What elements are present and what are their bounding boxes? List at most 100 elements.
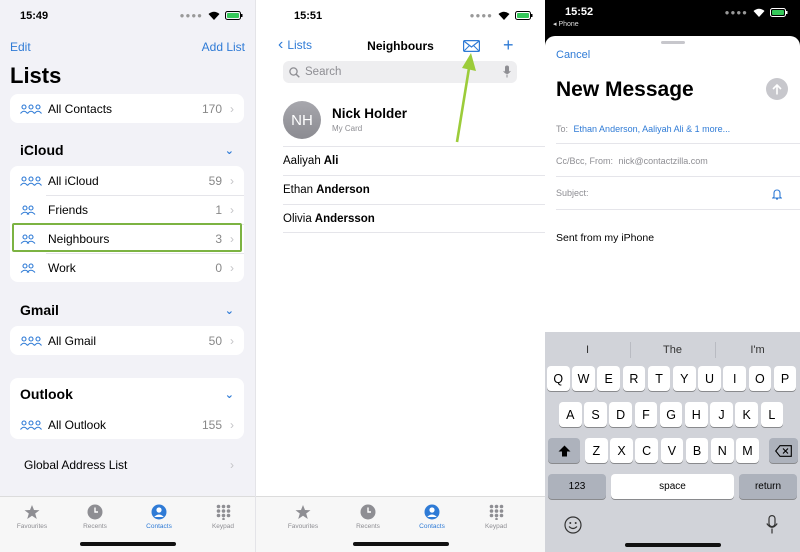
lists-screen: 15:49 ●●●● Edit Add List Lists All Conta…: [0, 0, 255, 552]
from-address: nick@contactzilla.com: [618, 156, 708, 166]
section-header-gmail[interactable]: Gmail ⌄: [10, 294, 244, 326]
key-d[interactable]: D: [609, 402, 632, 427]
chevron-right-icon: ›: [230, 457, 234, 472]
chevron-down-icon: ⌄: [224, 144, 234, 157]
suggestion-2[interactable]: The: [630, 340, 715, 360]
chevron-down-icon: ⌄: [224, 304, 234, 317]
key-l[interactable]: L: [760, 402, 784, 427]
key-g[interactable]: G: [659, 402, 683, 427]
key-h[interactable]: H: [685, 402, 708, 427]
tab-favourites[interactable]: Favourites: [273, 503, 333, 530]
contact-row[interactable]: Ethan Anderson: [283, 175, 545, 204]
star-icon: [273, 503, 333, 521]
key-p[interactable]: P: [773, 366, 797, 391]
list-item-label: Global Address List: [24, 457, 128, 472]
avatar[interactable]: NH: [283, 101, 321, 139]
list-item-work[interactable]: Work 0 ›: [10, 253, 244, 282]
section-header-icloud[interactable]: iCloud ⌄: [10, 134, 244, 166]
key-y[interactable]: Y: [673, 366, 696, 391]
key-m[interactable]: M: [736, 438, 759, 463]
chevron-right-icon: ›: [230, 333, 234, 348]
list-item-label: Work: [48, 260, 76, 275]
tab-contacts[interactable]: Contacts: [402, 503, 462, 530]
cancel-button[interactable]: Cancel: [556, 49, 590, 61]
bell-icon[interactable]: [771, 187, 783, 205]
contact-first-name: Olivia: [283, 212, 312, 225]
list-item-count: 0: [215, 260, 222, 275]
status-time: 15:51: [294, 10, 323, 22]
edit-button[interactable]: Edit: [10, 40, 31, 54]
list-item-neighbours[interactable]: Neighbours 3 ›: [10, 224, 244, 253]
add-icon[interactable]: +: [503, 36, 514, 54]
list-item-all-contacts[interactable]: All Contacts 170 ›: [10, 94, 244, 123]
suggestion-1[interactable]: I: [545, 340, 630, 360]
add-list-button[interactable]: Add List: [202, 40, 245, 54]
key-t[interactable]: T: [647, 366, 671, 391]
key-q[interactable]: Q: [547, 366, 570, 391]
key-z[interactable]: Z: [585, 438, 608, 463]
back-to-app-link[interactable]: ◂ Phone: [553, 20, 579, 28]
key-a[interactable]: A: [559, 402, 582, 427]
list-item-all-outlook[interactable]: All Outlook 155 ›: [10, 410, 244, 439]
contact-row[interactable]: Aaliyah Ali: [283, 146, 545, 175]
list-item-friends[interactable]: Friends 1 ›: [10, 195, 244, 224]
microphone-icon[interactable]: [503, 65, 511, 81]
list-item-all-icloud[interactable]: All iCloud 59 ›: [10, 166, 244, 195]
key-w[interactable]: W: [572, 366, 595, 391]
gmail-card: All Gmail 50 ›: [10, 326, 244, 355]
tab-label: Keypad: [484, 523, 508, 530]
search-field[interactable]: Search: [283, 61, 517, 83]
list-item-count: 170: [201, 101, 222, 116]
tab-keypad[interactable]: Keypad: [466, 503, 526, 530]
chevron-right-icon: ›: [230, 173, 234, 188]
key-e[interactable]: E: [597, 366, 620, 391]
key-i[interactable]: I: [723, 366, 746, 391]
key-s[interactable]: S: [584, 402, 607, 427]
keypad-icon: [466, 503, 526, 521]
key-f[interactable]: F: [634, 402, 658, 427]
suggestion-3[interactable]: I'm: [715, 340, 800, 360]
list-item-all-gmail[interactable]: All Gmail 50 ›: [10, 326, 244, 355]
key-v[interactable]: V: [660, 438, 684, 463]
send-button[interactable]: [766, 78, 788, 100]
list-item-count: 155: [201, 417, 222, 432]
key-c[interactable]: C: [635, 438, 658, 463]
subject-field[interactable]: Subject:: [556, 188, 800, 198]
cc-bcc-label: Cc/Bcc, From:: [556, 156, 614, 166]
key-k[interactable]: K: [735, 402, 758, 427]
tab-recents[interactable]: Recents: [338, 503, 398, 530]
tab-recents[interactable]: Recents: [65, 503, 125, 530]
key-r[interactable]: R: [622, 366, 646, 391]
cc-bcc-from-field[interactable]: Cc/Bcc, From: nick@contactzilla.com: [556, 156, 800, 166]
shift-key[interactable]: [548, 438, 580, 463]
delete-key[interactable]: [769, 438, 798, 463]
numbers-key[interactable]: 123: [548, 474, 606, 499]
tab-label: Favourites: [287, 523, 319, 530]
tab-label: Keypad: [211, 523, 235, 530]
return-key[interactable]: return: [739, 474, 797, 499]
space-key[interactable]: space: [611, 474, 734, 499]
message-body[interactable]: Sent from my iPhone: [556, 232, 654, 244]
key-u[interactable]: U: [698, 366, 721, 391]
home-indicator: [79, 542, 176, 546]
key-j[interactable]: J: [710, 402, 733, 427]
dictation-icon[interactable]: [766, 515, 778, 539]
key-n[interactable]: N: [711, 438, 734, 463]
section-header-outlook[interactable]: Outlook ⌄: [10, 378, 244, 410]
my-card-name[interactable]: Nick Holder: [332, 106, 407, 121]
compose-sheet: Cancel New Message To: Ethan Anderson, A…: [545, 36, 800, 552]
list-item-label: All Contacts: [48, 101, 113, 116]
contact-row[interactable]: Olivia Andersson: [283, 204, 545, 233]
search-icon: [289, 66, 300, 78]
tab-favourites[interactable]: Favourites: [2, 503, 62, 530]
key-o[interactable]: O: [748, 366, 772, 391]
tab-label: Favourites: [16, 523, 48, 530]
tab-keypad[interactable]: Keypad: [193, 503, 253, 530]
key-b[interactable]: B: [685, 438, 709, 463]
list-item-global-address-list[interactable]: Global Address List ›: [14, 450, 244, 479]
sheet-grabber[interactable]: [660, 41, 685, 44]
tab-contacts[interactable]: Contacts: [129, 503, 189, 530]
to-field[interactable]: To: Ethan Anderson, Aaliyah Ali & 1 more…: [556, 124, 800, 134]
key-x[interactable]: X: [610, 438, 633, 463]
emoji-icon[interactable]: [564, 516, 582, 539]
